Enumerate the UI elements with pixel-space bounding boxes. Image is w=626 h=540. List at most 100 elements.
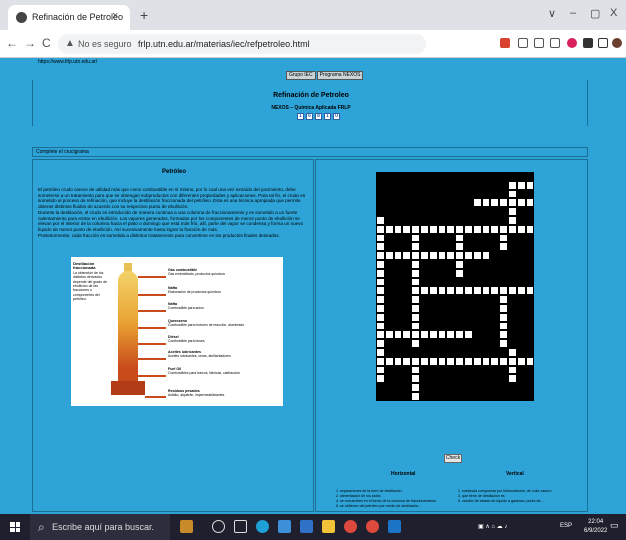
crossword-cell[interactable] — [402, 330, 412, 340]
crossword-cell[interactable] — [411, 339, 420, 348]
page-button-4[interactable]: 1 — [324, 113, 331, 120]
crossword-cell[interactable] — [393, 251, 403, 260]
crossword-cell[interactable] — [428, 224, 438, 234]
crossword-cell[interactable] — [411, 374, 420, 384]
crossword-cell[interactable] — [455, 268, 464, 278]
crossword-cell[interactable] — [376, 347, 385, 357]
crossword-cell[interactable] — [376, 330, 385, 340]
crossword-cell[interactable] — [411, 242, 420, 252]
crossword-cell[interactable] — [437, 356, 447, 366]
page-button-5[interactable]: 0 — [333, 113, 340, 120]
crossword-cell[interactable] — [463, 224, 473, 234]
crossword-cell[interactable] — [428, 251, 438, 260]
minimize-icon[interactable]: – — [570, 7, 576, 19]
crossword-cell[interactable] — [393, 224, 403, 234]
crossword-cell[interactable] — [376, 215, 385, 225]
crossword-cell[interactable] — [428, 330, 438, 340]
crossword-cell[interactable] — [525, 180, 535, 190]
crossword-cell[interactable] — [507, 356, 517, 366]
crossword-cell[interactable] — [499, 198, 508, 208]
puzzle-icon[interactable] — [583, 38, 593, 48]
extension-icon[interactable] — [500, 38, 510, 48]
crossword-cell[interactable] — [490, 224, 500, 234]
nav-programa-nexos[interactable]: Programa NEXOS — [316, 71, 364, 80]
crossword-cell[interactable] — [419, 286, 429, 296]
windows-start-icon[interactable] — [10, 522, 20, 532]
crossword-cell[interactable] — [507, 286, 517, 296]
crossword-cell[interactable] — [384, 356, 394, 366]
crossword-cell[interactable] — [419, 356, 429, 366]
new-tab-icon[interactable]: + — [140, 7, 148, 23]
crossword-cell[interactable] — [499, 339, 508, 348]
share-icon[interactable] — [534, 38, 544, 48]
crossword-cell[interactable] — [402, 251, 412, 260]
crossword-cell[interactable] — [481, 356, 491, 366]
crossword-cell[interactable] — [481, 198, 491, 208]
crossword-cell[interactable] — [376, 251, 385, 260]
close-window-icon[interactable]: X — [610, 7, 617, 19]
crossword-cell[interactable] — [376, 295, 385, 304]
crossword-cell[interactable] — [507, 189, 517, 199]
crossword-cell[interactable] — [437, 224, 447, 234]
crossword-cell[interactable] — [419, 224, 429, 234]
crossword-cell[interactable] — [463, 251, 473, 260]
crossword-cell[interactable] — [455, 286, 464, 296]
crossword-cell[interactable] — [507, 180, 517, 190]
crossword-cell[interactable] — [455, 356, 464, 366]
crossword-cell[interactable] — [499, 295, 508, 304]
crossword-cell[interactable] — [411, 383, 420, 392]
crossword-cell[interactable] — [499, 224, 508, 234]
crossword-cell[interactable] — [393, 330, 403, 340]
crossword-cell[interactable] — [499, 233, 508, 243]
crossword-cell[interactable] — [411, 312, 420, 322]
crossword-cell[interactable] — [507, 215, 517, 225]
file-explorer-icon[interactable] — [322, 520, 335, 533]
language-indicator[interactable]: ESP — [560, 523, 572, 529]
crossword-cell[interactable] — [525, 198, 535, 208]
crossword-cell[interactable] — [490, 356, 500, 366]
crossword-cell[interactable] — [411, 268, 420, 278]
crossword-cell[interactable] — [411, 277, 420, 287]
notification-icon[interactable]: ▭ — [610, 520, 619, 531]
crossword-cell[interactable] — [384, 224, 394, 234]
crossword-cell[interactable] — [507, 198, 517, 208]
crossword-cell[interactable] — [499, 286, 508, 296]
crossword-cell[interactable] — [393, 356, 403, 366]
crossword-cell[interactable] — [411, 330, 420, 340]
crossword-cell[interactable] — [437, 330, 447, 340]
crossword-cell[interactable] — [499, 330, 508, 340]
crossword-cell[interactable] — [376, 233, 385, 243]
crossword-cell[interactable] — [499, 356, 508, 366]
store-icon[interactable] — [278, 520, 291, 533]
crossword-cell[interactable] — [490, 198, 500, 208]
browser-tab[interactable]: Refinación de Petroleo × — [8, 5, 130, 30]
back-icon[interactable]: ← — [6, 36, 18, 50]
crossword-cell[interactable] — [419, 330, 429, 340]
taskbar-search-box[interactable]: ⌕ Escribe aquí para buscar. — [30, 514, 170, 540]
nav-grupo-iec[interactable]: Grupo IEC — [286, 71, 316, 80]
chrome-icon[interactable] — [344, 520, 357, 533]
crossword-cell[interactable] — [384, 330, 394, 340]
crossword-cell[interactable] — [376, 286, 385, 296]
crossword-cell[interactable] — [411, 259, 420, 269]
word-icon[interactable] — [300, 520, 313, 533]
crossword-cell[interactable] — [499, 242, 508, 252]
crossword-cell[interactable] — [507, 365, 517, 375]
crossword-cell[interactable] — [455, 242, 464, 252]
crossword-cell[interactable] — [411, 365, 420, 375]
crossword-cell[interactable] — [411, 224, 420, 234]
app-icon[interactable] — [388, 520, 401, 533]
crossword-cell[interactable] — [499, 321, 508, 331]
crossword-cell[interactable] — [516, 356, 526, 366]
crossword-cell[interactable] — [516, 286, 526, 296]
crossword-cell[interactable] — [376, 312, 385, 322]
crossword-cell[interactable] — [516, 224, 526, 234]
crossword-cell[interactable] — [402, 356, 412, 366]
bookmark-star-icon[interactable] — [550, 38, 560, 48]
crossword-cell[interactable] — [472, 224, 482, 234]
tab-search-icon[interactable]: ∨ — [548, 7, 556, 20]
crossword-cell[interactable] — [455, 330, 464, 340]
crossword-cell[interactable] — [472, 356, 482, 366]
page-button-2[interactable]: 6 — [306, 113, 313, 120]
forward-icon[interactable]: → — [24, 36, 36, 50]
